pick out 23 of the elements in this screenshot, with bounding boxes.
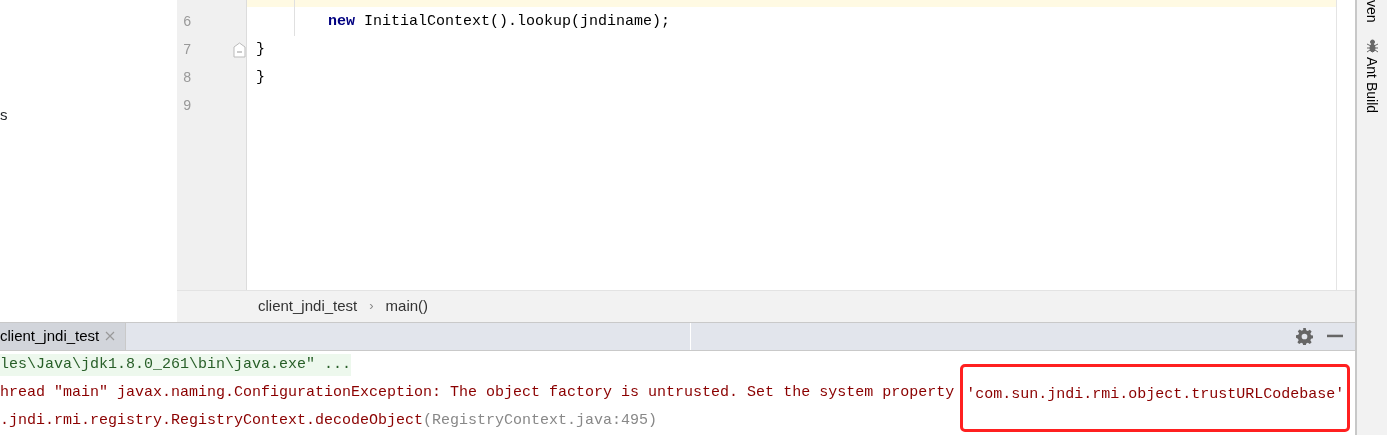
settings-icon[interactable]	[1296, 327, 1313, 345]
bug-icon	[1365, 38, 1379, 53]
breadcrumb-item[interactable]: main()	[385, 294, 429, 318]
tool-window-button[interactable]: Ant Build	[1365, 38, 1379, 113]
line-number: 6	[183, 12, 192, 32]
fold-marker-icon[interactable]	[233, 42, 246, 58]
line-number: 9	[183, 96, 192, 116]
console-text: les\Java\jdk1.8.0_261\bin\java.exe" ...	[0, 353, 352, 377]
tool-window-button[interactable]: ven	[1365, 0, 1379, 23]
project-tree-text: s	[0, 106, 8, 123]
chevron-icon: ›	[369, 296, 374, 316]
line-number: 8	[183, 68, 192, 88]
minimize-icon[interactable]	[1327, 334, 1343, 339]
code-line: }	[256, 67, 265, 88]
code-line: new InitialContext().lookup(jndiname);	[328, 11, 671, 32]
code-line: }	[256, 39, 265, 60]
console-text: .jndi.rmi.registry.RegistryContext.decodeObject	[0, 410, 424, 431]
highlighted-property-text: 'com.sun.jndi.rmi.object.trustURLCodebase'	[960, 364, 1351, 432]
line-number: 7	[183, 40, 192, 60]
breadcrumb-item[interactable]: client_jndi_test	[258, 294, 358, 318]
source-link[interactable]: (RegistryContext.java:495)	[423, 409, 658, 433]
run-tab[interactable]: client_jndi_test	[0, 322, 127, 350]
console-text: hread "main" javax.naming.ConfigurationException: The object factory is untrusted. Set the system property	[0, 382, 955, 403]
